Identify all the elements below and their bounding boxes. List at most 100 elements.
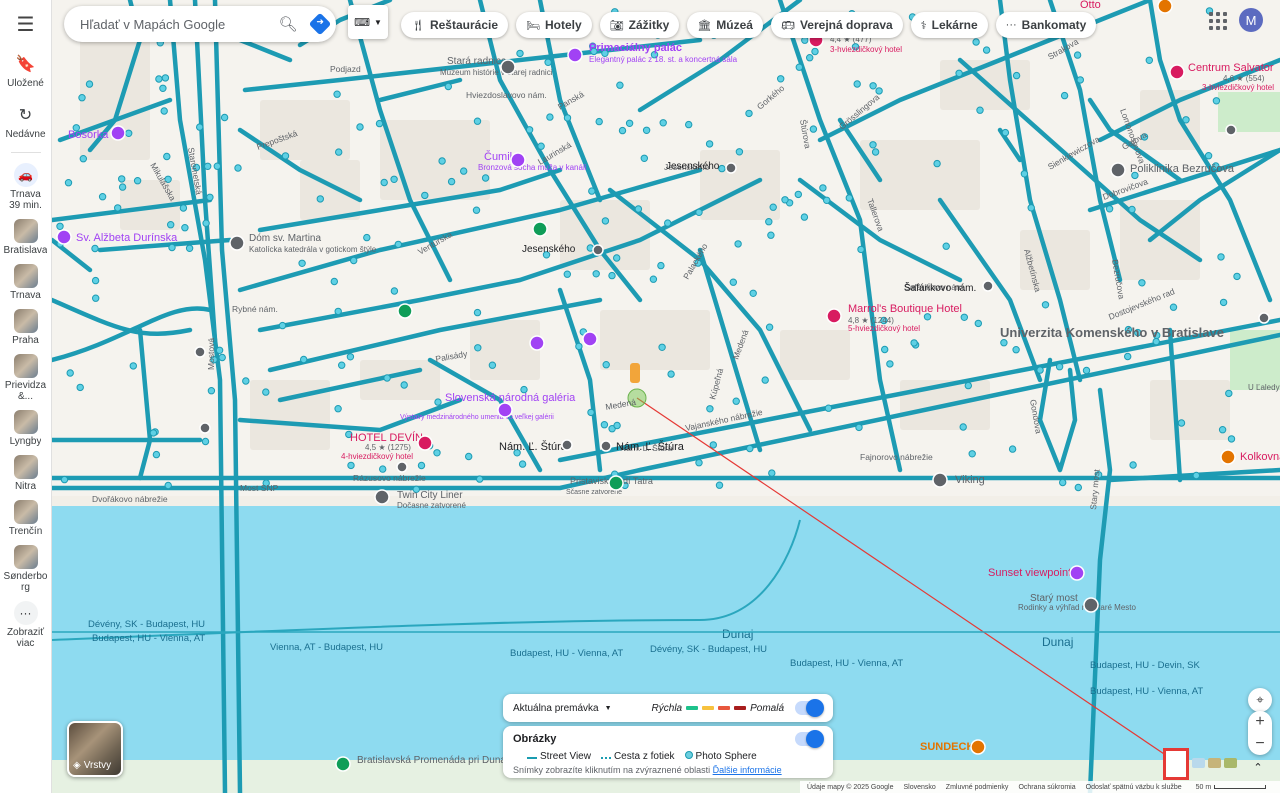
zoom-in-button[interactable]: + xyxy=(1248,711,1272,733)
photo-sphere-dot[interactable] xyxy=(1124,352,1132,361)
photo-sphere-dot[interactable] xyxy=(625,119,634,128)
photo-sphere-dot[interactable] xyxy=(383,374,391,382)
photo-sphere-dot[interactable] xyxy=(179,204,188,212)
photo-sphere-dot[interactable] xyxy=(473,308,482,317)
photo-sphere-dot[interactable] xyxy=(734,240,742,248)
photo-sphere-dot[interactable] xyxy=(1182,116,1190,124)
poi-pin-icon[interactable] xyxy=(532,221,548,237)
photo-sphere-dot[interactable] xyxy=(1059,478,1067,487)
photo-sphere-dot[interactable] xyxy=(601,217,610,225)
photo-sphere-dot[interactable] xyxy=(379,465,387,473)
photo-sphere-dot[interactable] xyxy=(159,84,167,93)
photo-sphere-dot[interactable] xyxy=(168,243,176,252)
photo-sphere-dot[interactable] xyxy=(1105,205,1114,213)
poi-pin-icon[interactable] xyxy=(932,472,948,488)
photo-sphere-dot[interactable] xyxy=(1027,204,1035,212)
photo-sphere-dot[interactable] xyxy=(824,404,833,412)
chip-hotely[interactable]: 🛏︎ Hotely xyxy=(516,12,592,38)
map-svg[interactable]: DunajDunajStarometskáMostováMost SNPRázu… xyxy=(52,0,1280,793)
photo-sphere-dot[interactable] xyxy=(1082,366,1091,375)
photo-sphere-dot[interactable] xyxy=(982,46,991,54)
photo-sphere-dot[interactable] xyxy=(613,254,621,262)
photo-sphere-dot[interactable] xyxy=(421,191,429,200)
poi-pin-icon[interactable] xyxy=(1110,162,1126,178)
photo-sphere-dot[interactable] xyxy=(433,449,441,457)
traffic-select[interactable]: Aktuálna premávka ▼ xyxy=(513,703,612,714)
photo-sphere-dot[interactable] xyxy=(1000,339,1008,347)
photo-sphere-dot[interactable] xyxy=(85,80,94,88)
photo-sphere-dot[interactable] xyxy=(869,82,877,90)
photo-sphere-dot[interactable] xyxy=(220,113,229,122)
photo-sphere-dot[interactable] xyxy=(746,444,754,453)
photo-sphere-dot[interactable] xyxy=(1217,253,1225,261)
photo-sphere-dot[interactable] xyxy=(1169,303,1178,311)
transit-stop-icon[interactable] xyxy=(982,280,994,292)
recent-place[interactable]: Nitra xyxy=(0,455,52,492)
scale-bar[interactable]: 50 m xyxy=(1196,784,1267,791)
traffic-toggle[interactable] xyxy=(795,699,824,717)
photo-sphere-dot[interactable] xyxy=(608,271,616,280)
photo-sphere-dot[interactable] xyxy=(735,148,744,156)
poi-pin-icon[interactable] xyxy=(567,47,583,63)
photo-sphere-dot[interactable] xyxy=(518,460,527,468)
photo-sphere-dot[interactable] xyxy=(1218,426,1227,434)
photo-sphere-dot[interactable] xyxy=(955,69,963,78)
photo-sphere-dot[interactable] xyxy=(460,167,468,175)
photo-sphere-dot[interactable] xyxy=(488,361,497,369)
menu-button[interactable]: ☰ xyxy=(0,0,52,48)
photo-sphere-dot[interactable] xyxy=(706,405,714,413)
photo-sphere-dot[interactable] xyxy=(206,193,214,202)
more-button[interactable]: ··· Zobraziť viac xyxy=(0,601,52,649)
photo-sphere-dot[interactable] xyxy=(667,370,675,378)
photo-sphere-dot[interactable] xyxy=(207,387,216,395)
photo-sphere-dot[interactable] xyxy=(1055,363,1064,371)
feedback-link[interactable]: Odoslať spätnú väzbu k službe xyxy=(1086,784,1182,791)
photo-sphere-dot[interactable] xyxy=(765,323,774,331)
photo-sphere-dot[interactable] xyxy=(152,450,161,459)
terms-link[interactable]: Zmluvné podmienky xyxy=(946,784,1009,791)
poi-pin-icon[interactable] xyxy=(1220,449,1236,465)
photo-sphere-dot[interactable] xyxy=(1008,445,1017,453)
photo-sphere-dot[interactable] xyxy=(855,423,863,432)
zoom-out-button[interactable]: − xyxy=(1248,733,1272,755)
photo-sphere-dot[interactable] xyxy=(316,195,324,203)
photo-sphere-dot[interactable] xyxy=(346,353,355,361)
photo-sphere-dot[interactable] xyxy=(330,277,338,286)
photo-sphere-dot[interactable] xyxy=(118,175,126,183)
poi-pin-icon[interactable] xyxy=(1069,565,1085,581)
photo-sphere-dot[interactable] xyxy=(1074,483,1083,492)
photo-sphere-dot[interactable] xyxy=(481,174,490,182)
poi-pin-icon[interactable] xyxy=(582,331,598,347)
pegman-icon[interactable] xyxy=(630,363,640,383)
photo-sphere-dot[interactable] xyxy=(795,63,803,71)
photo-sphere-dot[interactable] xyxy=(163,152,171,161)
photo-sphere-dot[interactable] xyxy=(1204,152,1213,160)
photo-sphere-dot[interactable] xyxy=(886,360,894,368)
photo-sphere-dot[interactable] xyxy=(695,459,703,467)
photo-sphere-dot[interactable] xyxy=(823,196,831,205)
photo-sphere-dot[interactable] xyxy=(185,244,194,253)
poi-pin-icon[interactable] xyxy=(1169,64,1185,80)
photo-sphere-dot[interactable] xyxy=(781,196,789,204)
layers-button[interactable]: ◈ Vrstvy xyxy=(67,721,123,777)
recent-place[interactable]: Sønderbo rg xyxy=(0,545,52,593)
photo-sphere-dot[interactable] xyxy=(871,148,880,156)
photo-sphere-dot[interactable] xyxy=(657,261,665,270)
poi-pin-icon[interactable] xyxy=(510,152,526,168)
photo-sphere-dot[interactable] xyxy=(434,398,442,406)
transit-stop-icon[interactable] xyxy=(725,162,737,174)
photo-sphere-dot[interactable] xyxy=(196,123,204,131)
saved-button[interactable]: 🔖 Uložené xyxy=(0,52,52,89)
photo-sphere-dot[interactable] xyxy=(974,319,982,328)
photo-sphere-dot[interactable] xyxy=(649,275,658,283)
photos-toggle[interactable] xyxy=(795,730,824,748)
recent-button[interactable]: ↻ Nedávne xyxy=(0,103,52,140)
photo-sphere-dot[interactable] xyxy=(709,441,717,449)
account-avatar[interactable]: M xyxy=(1239,8,1263,32)
photo-sphere-dot[interactable] xyxy=(819,184,827,192)
photo-sphere-dot[interactable] xyxy=(1145,56,1154,64)
photo-sphere-dot[interactable] xyxy=(613,421,621,430)
poi-pin-icon[interactable] xyxy=(397,303,413,319)
photo-sphere-dot[interactable] xyxy=(546,113,554,121)
chip-lekárne[interactable]: ⚕ Lekárne xyxy=(910,12,988,38)
